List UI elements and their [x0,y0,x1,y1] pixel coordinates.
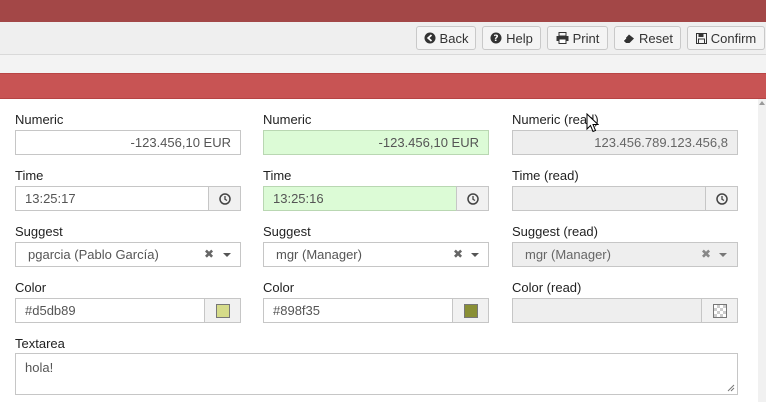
top-bar [0,0,766,22]
help-button[interactable]: ? Help [482,26,541,50]
confirm-button[interactable]: Confirm [687,26,765,50]
time-read-field [512,186,706,211]
time-read-label: Time (read) [512,168,579,183]
help-label: Help [506,30,533,46]
color-read-field [512,298,702,323]
time-label: Time [15,168,44,183]
suggest-modified-value: mgr (Manager) [276,247,362,262]
color-modified-label: Color [263,280,295,295]
clear-icon[interactable]: ✖ [204,247,214,261]
color-label: Color [15,280,47,295]
time-read-picker-button [705,186,738,211]
back-icon [424,32,436,44]
resize-grip-icon[interactable] [727,384,735,392]
print-label: Print [572,30,600,46]
print-button[interactable]: Print [547,26,608,50]
numeric-input[interactable]: -123.456,10 EUR [15,130,241,155]
empty-color-swatch [712,303,727,318]
help-icon: ? [490,32,502,44]
suggest-read-value: mgr (Manager) [525,247,611,262]
confirm-icon [695,32,707,44]
color-swatch [215,303,230,318]
svg-text:?: ? [494,34,499,44]
print-icon [556,32,569,44]
time-modified-input[interactable]: 13:25:16 [263,186,457,211]
time-input[interactable]: 13:25:17 [15,186,209,211]
mouse-cursor-icon [586,113,599,133]
vertical-scrollbar[interactable] [758,99,766,402]
confirm-label: Confirm [710,30,757,46]
color-input[interactable]: #d5db89 [15,298,205,323]
clear-icon[interactable]: ✖ [453,247,463,261]
numeric-modified-input[interactable]: -123.456,10 EUR [263,130,489,155]
color-modified-picker-button[interactable] [452,298,489,323]
toolbar: Back ? Help Print Reset Confirm [0,22,766,55]
panel-header [0,73,766,99]
time-modified-picker-button[interactable] [456,186,489,211]
color-swatch [463,303,478,318]
color-picker-button[interactable] [204,298,241,323]
suggest-read-label: Suggest (read) [512,224,598,239]
clear-icon: ✖ [701,247,712,261]
suggest-value: pgarcia (Pablo García) [28,247,159,262]
time-picker-button[interactable] [208,186,241,211]
reset-label: Reset [639,30,673,46]
scroll-up-icon[interactable] [759,101,765,105]
textarea-input[interactable]: hola! [15,353,738,395]
textarea-value: hola! [25,360,54,375]
back-label: Back [439,30,469,46]
numeric-read-field: 123.456.789.123.456,8 [512,130,738,155]
numeric-label: Numeric [15,112,64,127]
reset-icon [622,34,635,43]
suggest-modified-label: Suggest [263,224,311,239]
color-modified-input[interactable]: #898f35 [263,298,453,323]
clock-icon [466,192,479,205]
back-button[interactable]: Back [416,26,476,50]
numeric-modified-label: Numeric [263,112,312,127]
color-read-picker-button [701,298,738,323]
clock-icon [715,192,728,205]
toolbar-spacer [0,55,766,73]
reset-button[interactable]: Reset [614,26,681,50]
color-read-label: Color (read) [512,280,582,295]
suggest-label: Suggest [15,224,63,239]
chevron-down-icon [719,253,727,257]
chevron-down-icon[interactable] [471,253,479,257]
time-modified-label: Time [263,168,292,183]
chevron-down-icon[interactable] [223,253,231,257]
clock-icon [218,192,231,205]
textarea-label: Textarea [15,336,65,351]
